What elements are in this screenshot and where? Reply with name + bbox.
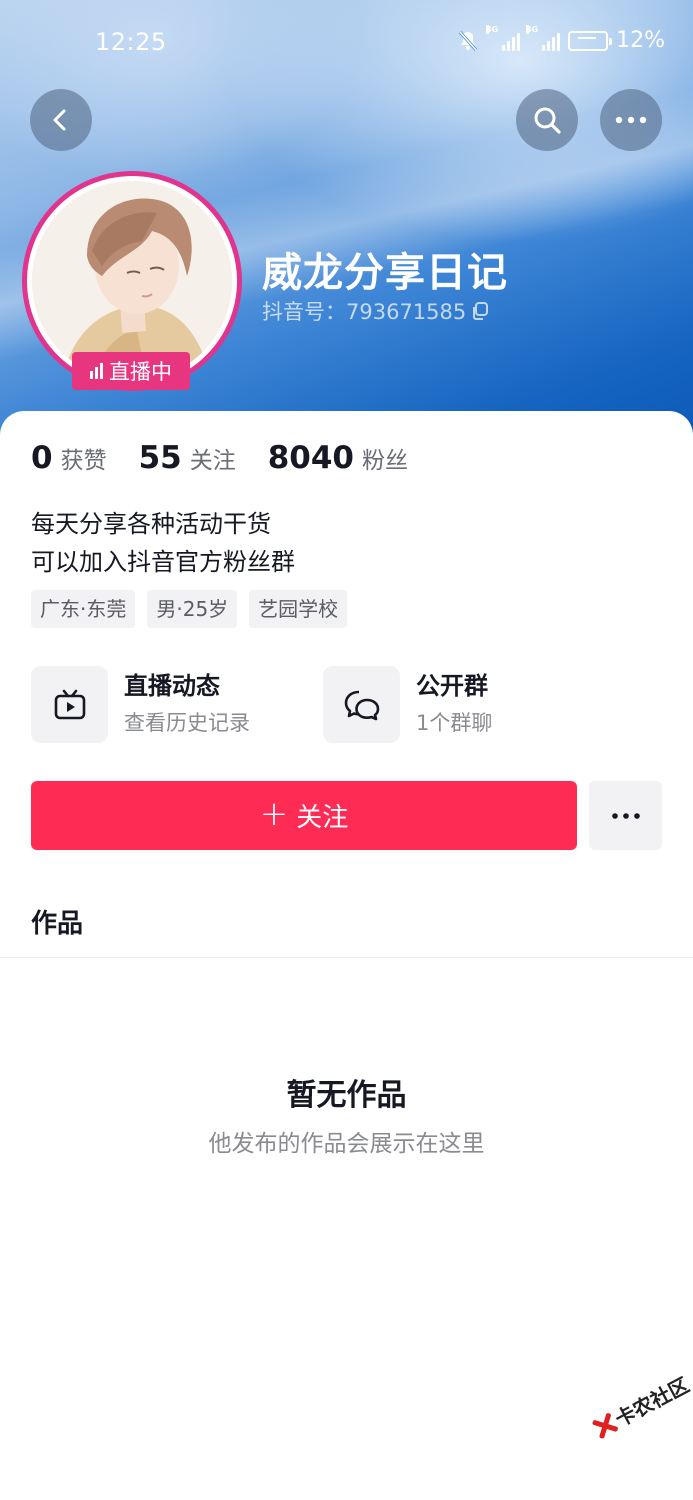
- battery-icon: [568, 30, 613, 51]
- bio-line: 可以加入抖音官方粉丝群: [31, 548, 295, 576]
- mute-bell-icon: [458, 30, 478, 51]
- stat-following[interactable]: 55 关注: [139, 440, 236, 476]
- tag-location: 广东·东莞: [31, 590, 136, 628]
- live-history-entry[interactable]: 直播动态 查看历史记录: [31, 666, 250, 743]
- follow-button[interactable]: + 关注: [31, 781, 577, 850]
- bio-line: 每天分享各种活动干货: [31, 510, 271, 538]
- feature-icon-box: [323, 666, 400, 743]
- profile-nickname: 威龙分享日记: [262, 250, 508, 296]
- feature-title: 直播动态: [124, 671, 220, 700]
- profile-tags: 广东·东莞 男·25岁 艺园学校: [31, 590, 348, 628]
- back-button[interactable]: [30, 89, 92, 151]
- feature-title: 公开群: [416, 671, 488, 700]
- profile-bio: 每天分享各种活动干货 可以加入抖音官方粉丝群: [31, 505, 295, 581]
- feature-subtitle: 查看历史记录: [124, 710, 250, 735]
- tag-school[interactable]: 艺园学校: [249, 590, 348, 628]
- more-horizontal-icon: [611, 812, 640, 819]
- battery-percent: 12%: [616, 28, 665, 53]
- tag-gender-age: 男·25岁: [147, 590, 238, 628]
- stat-number: 8040: [267, 440, 354, 476]
- stat-label: 获赞: [60, 448, 107, 474]
- more-actions-button[interactable]: [589, 781, 662, 850]
- feature-subtitle: 1个群聊: [416, 710, 493, 735]
- douyin-id-text: 抖音号：793671585: [262, 300, 467, 324]
- live-bars-icon: [90, 363, 103, 379]
- more-horizontal-icon: [615, 116, 647, 124]
- search-icon: [534, 107, 561, 134]
- stat-label: 关注: [189, 448, 236, 474]
- search-button[interactable]: [516, 89, 578, 151]
- status-icons: 4G 4G 12%: [456, 24, 665, 53]
- stat-likes[interactable]: 0 获赞: [31, 440, 107, 476]
- plus-icon: +: [259, 793, 289, 834]
- feature-icon-box: [31, 666, 108, 743]
- profile-stats: 0 获赞 55 关注 8040 粉丝: [31, 440, 440, 476]
- copy-icon: [473, 302, 489, 320]
- signal-icon-2: 4G: [526, 24, 561, 51]
- public-group-entry[interactable]: 公开群 1个群聊: [323, 666, 492, 743]
- avatar[interactable]: [32, 181, 232, 381]
- live-badge-label: 直播中: [109, 360, 172, 384]
- chevron-left-icon: [53, 109, 66, 131]
- status-bar: 12:25 4G 4G 12%: [0, 0, 693, 86]
- signal-icon: 4G: [486, 24, 521, 51]
- stat-number: 55: [138, 440, 182, 476]
- douyin-id[interactable]: 抖音号：793671585: [262, 296, 490, 326]
- chat-bubbles-icon: [344, 690, 379, 720]
- live-status-badge[interactable]: 直播中: [72, 352, 190, 390]
- empty-state-subtitle: 他发布的作品会展示在这里: [208, 1131, 485, 1157]
- more-options-button[interactable]: [600, 89, 662, 151]
- tv-play-icon: [54, 689, 85, 719]
- stat-followers[interactable]: 8040 粉丝: [268, 440, 408, 476]
- status-time: 12:25: [95, 28, 167, 56]
- avatar-illustration: [32, 181, 232, 381]
- divider: [0, 957, 693, 958]
- stat-label: 粉丝: [362, 448, 408, 474]
- empty-state-title: 暂无作品: [286, 1078, 407, 1113]
- tab-works[interactable]: 作品: [31, 903, 83, 940]
- follow-label: 关注: [296, 803, 349, 833]
- stat-number: 0: [31, 440, 53, 476]
